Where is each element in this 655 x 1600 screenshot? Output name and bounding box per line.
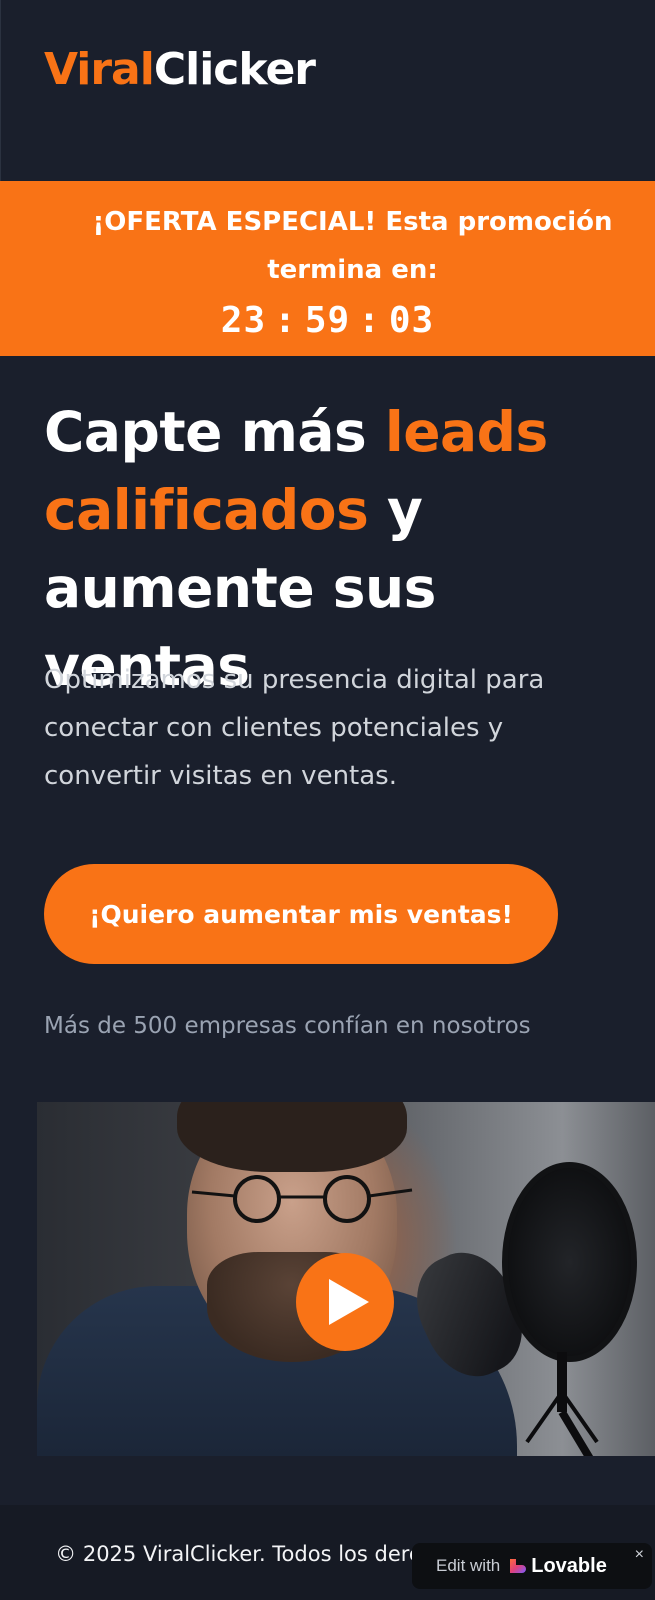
trust-text: Más de 500 empresas confían en nosotros xyxy=(44,1013,531,1039)
countdown-timer: 23:59:03 xyxy=(0,300,655,341)
video-person-hair xyxy=(177,1102,407,1172)
header: ViralClicker xyxy=(0,0,655,181)
logo[interactable]: ViralClicker xyxy=(44,42,316,98)
promo-text: ¡OFERTA ESPECIAL! Esta promoción termina… xyxy=(92,207,613,285)
timer-seconds: 03 xyxy=(388,300,435,341)
pop-filter xyxy=(502,1162,637,1362)
timer-separator: : xyxy=(274,300,297,341)
promo-banner: ¡OFERTA ESPECIAL! Esta promoción termina… xyxy=(0,181,655,356)
mic-stand-icon xyxy=(525,1352,599,1456)
glasses-icon xyxy=(191,1175,413,1223)
close-icon[interactable]: × xyxy=(635,1546,644,1564)
lovable-heart-icon xyxy=(508,1557,527,1575)
timer-minutes: 59 xyxy=(304,300,351,341)
timer-hours: 23 xyxy=(220,300,267,341)
cta-button[interactable]: ¡Quiero aumentar mis ventas! xyxy=(44,864,558,964)
hero-subtitle: Optimizamos su presencia digital para co… xyxy=(44,665,545,791)
play-icon xyxy=(329,1279,369,1325)
logo-part-viral: Viral xyxy=(44,44,155,95)
play-button[interactable] xyxy=(296,1253,394,1351)
hero-title-part: Capte más xyxy=(44,400,385,464)
landing-page: ViralClicker ¡OFERTA ESPECIAL! Esta prom… xyxy=(0,0,655,1600)
lovable-badge[interactable]: Edit with Lovable × xyxy=(412,1543,652,1589)
badge-edit-label: Edit with xyxy=(436,1556,501,1575)
timer-separator: : xyxy=(358,300,381,341)
badge-brand: Lovable xyxy=(531,1554,607,1577)
logo-part-clicker: Clicker xyxy=(153,44,316,95)
